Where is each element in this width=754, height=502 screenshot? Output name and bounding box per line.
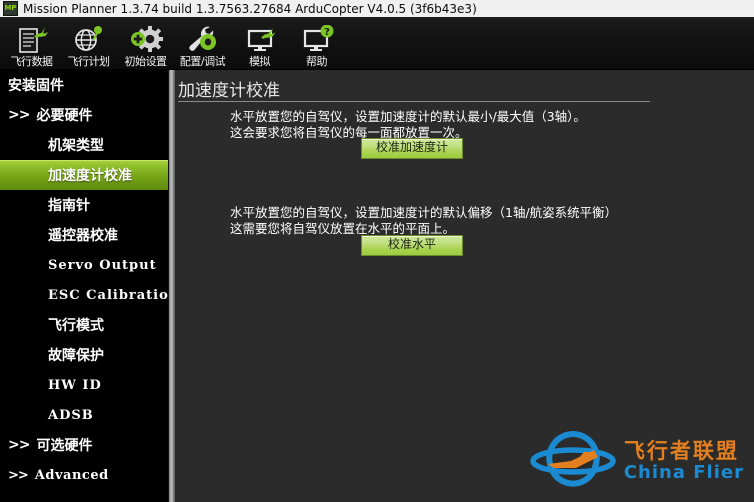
toolbar-item-flight-data[interactable]: 飞行数据: [3, 17, 60, 70]
sidebar-item-esc-calibration[interactable]: ESC Calibration: [0, 280, 168, 310]
sidebar-item-frame-type[interactable]: 机架类型: [0, 130, 168, 160]
setup-sidebar[interactable]: 安装固件 >> 必要硬件 机架类型 加速度计校准 指南针 遥控器校准 Servo…: [0, 70, 168, 502]
watermark-text: 飞行者联盟 China Flier: [623, 438, 744, 483]
sidebar-group-mandatory-hardware[interactable]: >> 必要硬件: [0, 100, 168, 130]
title-divider: [178, 101, 650, 102]
simulation-icon: [240, 25, 280, 55]
sidebar-label: 必要硬件: [36, 108, 93, 124]
sidebar-item-compass[interactable]: 指南针: [0, 190, 168, 220]
app-icon-label: MP: [4, 4, 17, 12]
toolbar-item-help[interactable]: ? 帮助: [288, 17, 345, 70]
flight-plan-icon: [69, 25, 109, 55]
main-content-panel: 加速度计校准 水平放置您的自驾仪，设置加速度计的默认最小/最大值（3轴）。 这会…: [175, 70, 754, 502]
toolbar-item-simulation[interactable]: 模拟: [231, 17, 288, 70]
mission-planner-icon: MP: [3, 1, 18, 16]
sidebar-label: 机架类型: [48, 138, 104, 154]
toolbar-item-initial-setup[interactable]: 初始设置: [117, 17, 174, 70]
sidebar-item-radio-calibration[interactable]: 遥控器校准: [0, 220, 168, 250]
watermark-en-text: China Flier: [623, 461, 744, 483]
title-bar: MP Mission Planner 1.3.74 build 1.3.7563…: [0, 0, 754, 18]
chevron-expand-icon: >>: [8, 467, 29, 483]
chevron-expand-icon: >>: [8, 437, 30, 453]
sidebar-label: 遥控器校准: [48, 228, 118, 244]
china-flier-logo: [530, 428, 616, 494]
sidebar-label: ADSB: [48, 407, 94, 423]
sidebar-item-adsb[interactable]: ADSB: [0, 400, 168, 430]
sidebar-item-hw-id[interactable]: HW ID: [0, 370, 168, 400]
sidebar-label: HW ID: [48, 377, 102, 393]
watermark: 飞行者联盟 China Flier: [530, 428, 744, 494]
help-icon: ?: [297, 24, 337, 55]
toolbar-label-flight-plan: 飞行计划: [67, 55, 111, 68]
toolbar-label-help: 帮助: [306, 55, 328, 68]
sidebar-item-accel-calibration[interactable]: 加速度计校准: [0, 160, 168, 190]
initial-setup-icon: [126, 25, 166, 55]
sidebar-item-servo-output[interactable]: Servo Output: [0, 250, 168, 280]
sidebar-group-optional-hardware[interactable]: >> 可选硬件: [0, 430, 168, 460]
toolbar-item-flight-plan[interactable]: 飞行计划: [60, 17, 117, 70]
sidebar-scrollbar[interactable]: [168, 70, 175, 502]
sidebar-label: 飞行模式: [48, 318, 104, 334]
flight-data-icon: [12, 25, 52, 55]
toolbar-label-initial-setup: 初始设置: [124, 55, 168, 68]
toolbar-label-simulation: 模拟: [249, 55, 271, 68]
page-title: 加速度计校准: [178, 81, 280, 101]
chevron-expand-icon: >>: [8, 107, 30, 123]
sidebar-item-install-firmware[interactable]: 安装固件: [0, 70, 168, 100]
mission-planner-window: MP Mission Planner 1.3.74 build 1.3.7563…: [0, 0, 754, 502]
sidebar-label: ESC Calibration: [48, 287, 168, 303]
calibrate-accel-button[interactable]: 校准加速度计: [361, 138, 463, 159]
level-calibration-description: 水平放置您的自驾仪，设置加速度计的默认偏移（1轴/航姿系统平衡） 这需要您将自驾…: [230, 205, 618, 236]
toolbar-label-flight-data: 飞行数据: [10, 55, 54, 68]
toolbar-item-config-tuning[interactable]: 配置/调试: [174, 17, 231, 70]
calibrate-level-button[interactable]: 校准水平: [361, 235, 463, 256]
selected-highlight-topline: [0, 160, 168, 161]
config-tuning-icon: [183, 25, 223, 55]
window-title: Mission Planner 1.3.74 build 1.3.7563.27…: [23, 1, 477, 16]
sidebar-group-advanced[interactable]: >> Advanced: [0, 460, 168, 490]
sidebar-item-failsafe[interactable]: 故障保护: [0, 340, 168, 370]
sidebar-label: Servo Output: [48, 257, 157, 273]
svg-text:?: ?: [324, 27, 330, 38]
sidebar-item-flight-modes[interactable]: 飞行模式: [0, 310, 168, 340]
main-toolbar: 飞行数据 飞行计划 初始设置 配置/调试 模拟 ? 帮助: [0, 17, 754, 70]
sidebar-label: 加速度计校准: [48, 168, 132, 184]
sidebar-label: 故障保护: [48, 348, 104, 364]
sidebar-label: Advanced: [34, 467, 109, 483]
sidebar-label: 可选硬件: [36, 438, 93, 454]
sidebar-label: 安装固件: [8, 78, 64, 94]
watermark-cn-text: 飞行者联盟: [623, 438, 739, 463]
toolbar-label-config-tuning: 配置/调试: [179, 55, 226, 68]
accel-calibration-description: 水平放置您的自驾仪，设置加速度计的默认最小/最大值（3轴）。 这会要求您将自驾仪…: [230, 109, 586, 140]
sidebar-label: 指南针: [48, 198, 90, 214]
sidebar-scrollbar-thumb[interactable]: [169, 70, 174, 502]
